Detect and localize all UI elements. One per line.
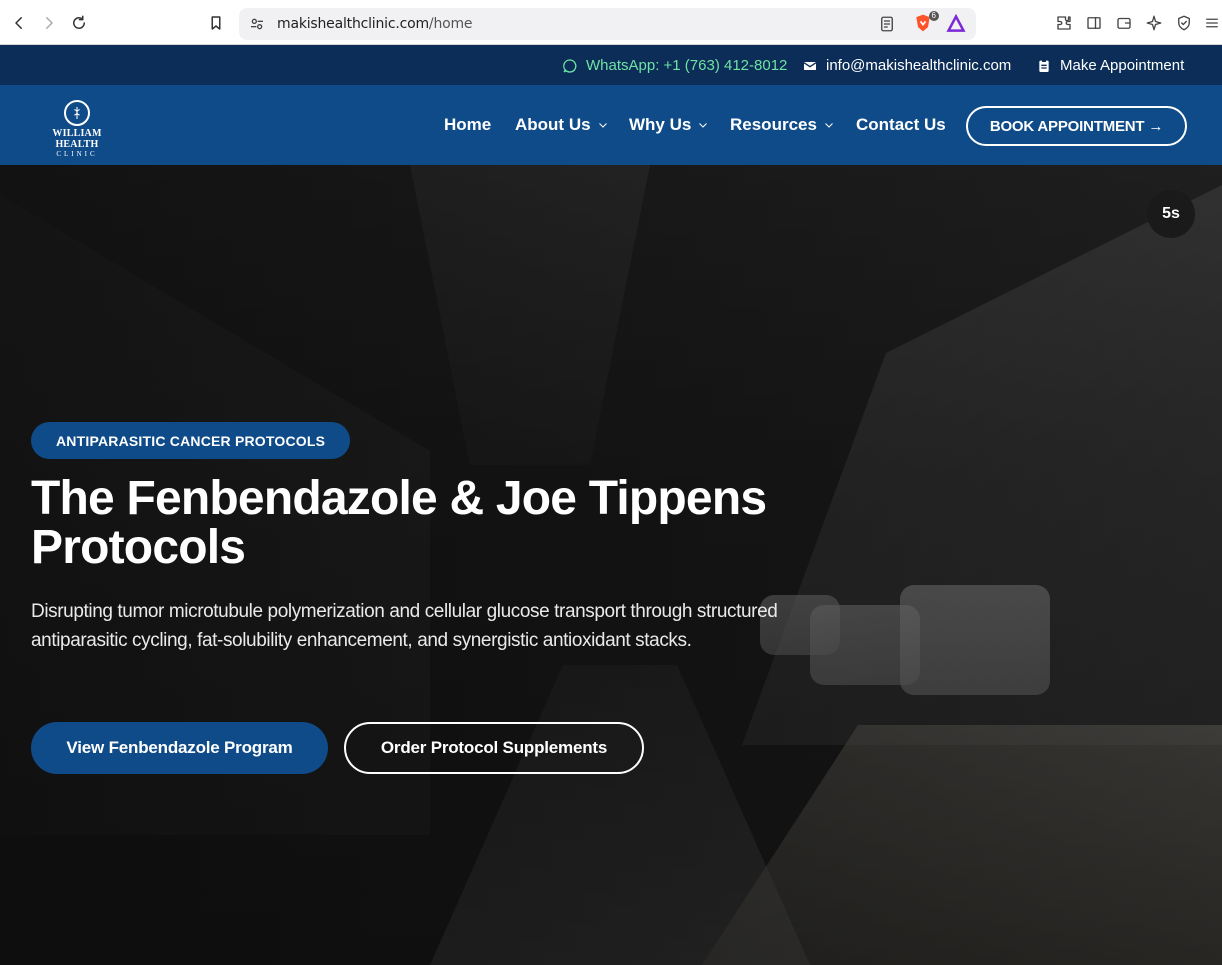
brave-shields-icon[interactable]: 6	[913, 11, 939, 35]
nav-about-label: About Us	[515, 115, 591, 134]
whatsapp-text: WhatsApp: +1 (763) 412-8012	[586, 57, 788, 74]
chevron-down-icon	[598, 123, 607, 128]
nav-resources-label: Resources	[730, 115, 817, 134]
nav-home-label: Home	[444, 115, 492, 134]
order-protocol-supplements-button[interactable]: Order Protocol Supplements	[344, 722, 644, 774]
vpn-shield-icon[interactable]	[1174, 13, 1194, 33]
nav-contact-us[interactable]: Contact Us	[856, 115, 946, 135]
email-link[interactable]: info@makishealthclinic.com	[802, 57, 1011, 74]
whatsapp-link[interactable]: WhatsApp: +1 (763) 412-8012	[562, 57, 787, 74]
nav-about-us[interactable]: About Us	[515, 115, 609, 135]
site-header: WILLIAM HEALTH CLINIC Home About Us Why …	[0, 85, 1222, 165]
reload-icon[interactable]	[66, 10, 92, 36]
clinic-logo[interactable]: WILLIAM HEALTH CLINIC	[32, 100, 122, 158]
reader-mode-icon[interactable]	[878, 15, 896, 33]
hero-description: Disrupting tumor microtubule polymerizat…	[31, 601, 778, 651]
email-text: info@makishealthclinic.com	[826, 57, 1012, 74]
address-bar[interactable]: makishealthclinic.com/home 6	[239, 8, 976, 40]
caduceus-icon	[64, 100, 90, 126]
nav-why-label: Why Us	[629, 115, 692, 134]
view-fenbendazole-program-button[interactable]: View Fenbendazole Program	[31, 722, 328, 774]
bookmark-icon[interactable]	[203, 10, 229, 36]
make-appointment-text: Make Appointment	[1060, 57, 1185, 74]
logo-sub: CLINIC	[56, 150, 98, 158]
logo-name: WILLIAM HEALTH	[52, 128, 102, 150]
make-appointment-link[interactable]: Make Appointment	[1036, 57, 1184, 74]
clipboard-icon	[1039, 58, 1049, 72]
book-appointment-button[interactable]: BOOK APPOINTMENT →	[966, 106, 1187, 146]
nav-contact-label: Contact Us	[856, 115, 946, 134]
whatsapp-icon	[563, 58, 577, 73]
nav-home[interactable]: Home	[444, 115, 491, 135]
back-icon[interactable]	[6, 10, 32, 36]
mail-icon	[803, 61, 817, 70]
browser-toolbar: makishealthclinic.com/home 6	[0, 0, 1222, 45]
contact-topbar: WhatsApp: +1 (763) 412-8012 info@makishe…	[0, 45, 1222, 85]
menu-icon[interactable]	[1202, 13, 1222, 33]
chevron-down-icon	[699, 123, 708, 128]
nav-resources[interactable]: Resources	[730, 115, 835, 135]
chevron-down-icon	[825, 123, 833, 128]
hero-badge: ANTIPARASITIC CANCER PROTOCOLS	[31, 422, 351, 459]
hero-title: The Fenbendazole & Joe Tippens Protocols	[31, 472, 767, 574]
slide-timer: 5s	[1147, 190, 1195, 238]
leo-ai-icon[interactable]	[1144, 13, 1164, 33]
site-settings-icon[interactable]	[249, 16, 265, 32]
url-text: makishealthclinic.com/home	[277, 16, 473, 32]
brave-rewards-icon[interactable]	[946, 13, 966, 34]
wallet-icon[interactable]	[1114, 13, 1134, 33]
extensions-icon[interactable]	[1054, 13, 1074, 33]
shields-count-badge: 6	[928, 11, 939, 21]
nav-why-us[interactable]: Why Us	[629, 115, 709, 135]
forward-icon[interactable]	[36, 10, 62, 36]
sidebar-icon[interactable]	[1084, 13, 1104, 33]
